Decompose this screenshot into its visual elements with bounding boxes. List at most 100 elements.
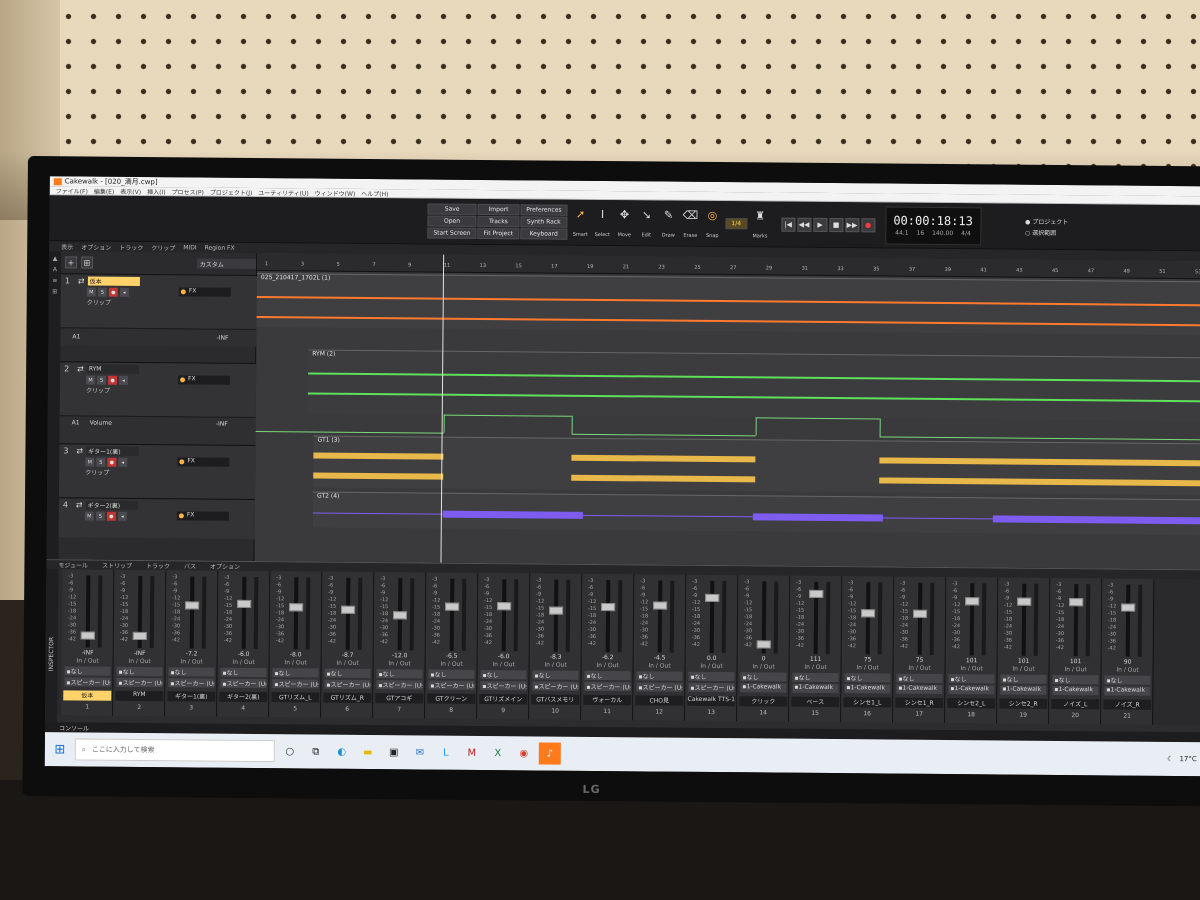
volume-envelope-seg-1[interactable] <box>255 430 444 434</box>
fader-knob[interactable] <box>1069 597 1084 606</box>
input-select[interactable]: ▪なし <box>480 669 527 680</box>
stop-button[interactable]: ■ <box>829 217 844 232</box>
track-3-name[interactable]: ギター1(裏) <box>86 446 139 456</box>
select-tool[interactable]: I Select <box>593 207 611 238</box>
volume-envelope-seg-8[interactable] <box>879 418 881 437</box>
rewind-to-start-button[interactable]: |◀ <box>781 217 796 232</box>
input-select[interactable]: ▪なし <box>896 673 943 683</box>
channel-strip[interactable]: -3 -6 -9 -12 -15 -18 -24 -30 -36 -42 -6.5 In / Out ▪… <box>425 572 479 719</box>
output-select[interactable]: ▪スピーカー (Us <box>64 677 111 687</box>
scope-project[interactable]: ● プロジェクト <box>1025 216 1068 225</box>
input-select[interactable]: ▪なし <box>272 668 319 678</box>
fader-track[interactable] <box>969 583 975 656</box>
output-select[interactable]: ▪1-Cakewalk <box>896 684 943 694</box>
channel-strip[interactable]: -3 -6 -9 -12 -15 -18 -24 -30 -36 -42 -INF In / Out ▪… <box>113 569 167 717</box>
track-2-solo[interactable]: S <box>97 375 107 385</box>
console-menu-buses[interactable]: バス <box>184 561 196 570</box>
input-select[interactable]: ▪なし <box>1000 674 1047 684</box>
console-menu-strips[interactable]: ストリップ <box>102 561 132 570</box>
track-1[interactable]: 1 ⇄ 仮本 M S ● ◂ FX クリップ <box>60 273 257 330</box>
track-1-solo[interactable]: S <box>97 287 107 297</box>
mcafee-icon[interactable]: M <box>461 742 483 764</box>
tv-menu-view[interactable]: 表示 <box>61 242 73 251</box>
tempo-value[interactable]: 140.00 <box>932 230 953 237</box>
fader-track[interactable] <box>241 576 247 649</box>
track-2-monitor[interactable]: ◂ <box>119 375 129 385</box>
store-icon[interactable]: ▣ <box>383 741 405 763</box>
input-select[interactable]: ▪なし <box>688 671 735 682</box>
snap-value[interactable]: 1/4 <box>725 218 748 230</box>
input-select[interactable]: ▪なし <box>220 667 267 678</box>
smart-tool[interactable]: ➚ Smart <box>571 207 589 237</box>
fader-knob[interactable] <box>913 609 928 618</box>
strip-name[interactable]: GTリズム_L <box>271 692 320 703</box>
track-2-arm[interactable]: ● <box>108 375 118 385</box>
fit-project-button[interactable]: Fit Project <box>477 227 520 240</box>
fader-knob[interactable] <box>341 605 356 614</box>
output-select[interactable]: ▪1-Cakewalk <box>792 683 839 694</box>
side-tool-2-icon[interactable]: A <box>53 266 57 273</box>
fader-track[interactable] <box>293 577 299 650</box>
meter-value[interactable]: 4/4 <box>961 230 971 237</box>
menu-process[interactable]: プロセス(P) <box>172 187 204 196</box>
track-1-name[interactable]: 仮本 <box>87 276 140 286</box>
strip-name[interactable]: 仮本 <box>63 690 112 701</box>
preferences-button[interactable]: Preferences <box>520 204 568 216</box>
output-select[interactable]: ▪1-Cakewalk <box>1052 685 1099 696</box>
console-menu-options[interactable]: オプション <box>210 562 240 571</box>
strip-name[interactable]: GTクリーン <box>427 693 476 704</box>
windows-start-icon[interactable]: ⊞ <box>49 738 71 760</box>
output-select[interactable]: ▪スピーカー (Us <box>428 680 475 690</box>
console-menu-modules[interactable]: モジュール <box>58 560 88 569</box>
track-2[interactable]: 2 ⇄ RYM M S ● ◂ FX クリップ <box>59 361 257 417</box>
record-button[interactable]: ● <box>861 217 876 232</box>
output-select[interactable]: ▪スピーカー (Us <box>272 679 319 689</box>
input-select[interactable]: ▪なし <box>844 673 891 683</box>
track-4-arm[interactable]: ● <box>106 511 116 521</box>
side-tool-1-icon[interactable]: ▲ <box>53 255 58 262</box>
fader-track[interactable] <box>501 579 507 652</box>
input-select[interactable]: ▪なし <box>740 672 787 682</box>
track-3-monitor[interactable]: ◂ <box>118 457 128 467</box>
track-3-solo[interactable]: S <box>96 457 106 467</box>
strip-name[interactable]: Cakewalk TTS-1 <box>687 695 736 707</box>
fader-knob[interactable] <box>289 603 304 612</box>
cakewalk-taskbar-icon[interactable]: ♪ <box>538 742 561 765</box>
marks-button[interactable]: ♜ Marks <box>751 209 769 239</box>
tv-menu-clips[interactable]: クリップ <box>151 243 175 252</box>
fader-track[interactable] <box>345 577 351 650</box>
output-select[interactable]: ▪スピーカー (Us <box>324 679 371 690</box>
fader-knob[interactable] <box>237 599 252 609</box>
tv-menu-region-fx[interactable]: Region FX <box>205 244 235 251</box>
menu-window[interactable]: ウィンドウ(W) <box>315 188 356 197</box>
volume-envelope-seg-3[interactable] <box>443 414 572 417</box>
strip-name[interactable]: GTバスメモリ <box>531 694 580 705</box>
channel-strip[interactable]: -3 -6 -9 -12 -15 -18 -24 -30 -36 -42 90 In / Out ▪なし… <box>1101 578 1155 725</box>
strip-name[interactable]: GTアコギ <box>375 693 424 704</box>
output-select[interactable]: ▪スピーカー (Us <box>636 682 683 692</box>
track-3-clip-menu[interactable]: クリップ <box>59 467 255 479</box>
track-3-fx[interactable]: FX <box>177 457 230 467</box>
automation-lane-1[interactable]: A1 -INF <box>60 327 257 347</box>
volume-envelope-seg-2[interactable] <box>443 414 445 433</box>
fader-knob[interactable] <box>445 602 460 611</box>
import-button[interactable]: Import <box>477 203 520 216</box>
channel-strip[interactable]: -3 -6 -9 -12 -15 -18 -24 -30 -36 -42 111 In / Out ▪な… <box>789 575 843 723</box>
track-4-solo[interactable]: S <box>95 511 105 521</box>
fader-track[interactable] <box>449 578 455 651</box>
fader-track[interactable] <box>709 580 715 654</box>
volume-envelope-seg-6[interactable] <box>755 417 757 436</box>
track-4-monitor[interactable]: ◂ <box>117 511 127 521</box>
output-select[interactable]: ▪スピーカー (Us <box>220 678 267 689</box>
chrome-icon[interactable]: ◉ <box>513 742 535 764</box>
excel-icon[interactable]: X <box>487 742 509 764</box>
output-select[interactable]: ▪スピーカー (Us <box>116 677 163 688</box>
track-3[interactable]: 3 ⇄ ギター1(裏) M S ● ◂ FX クリップ <box>59 443 256 499</box>
strip-name[interactable]: RYM <box>115 690 164 702</box>
channel-strip[interactable]: -3 -6 -9 -12 -15 -18 -24 -30 -36 -42 -8.0 In / Out ▪… <box>269 571 323 718</box>
channel-strip[interactable]: -3 -6 -9 -12 -15 -18 -24 -30 -36 -42 -7.2 In / Out ▪… <box>165 570 219 717</box>
task-view-icon[interactable]: ⧉ <box>305 740 327 762</box>
snap-toggle[interactable]: ◎ Snap <box>703 208 721 238</box>
channel-strip[interactable]: -3 -6 -9 -12 -15 -18 -24 -30 -36 -42 -6.2 In / Out ▪… <box>581 573 635 721</box>
channel-strip[interactable]: -3 -6 -9 -12 -15 -18 -24 -30 -36 -42 101 In / Out ▪な… <box>1049 577 1103 725</box>
